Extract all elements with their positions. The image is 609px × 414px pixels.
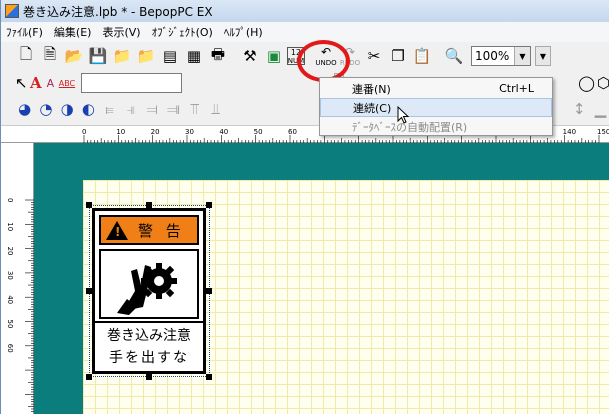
vruler-label: 20 — [6, 247, 14, 256]
menu-edit[interactable]: 編集(E) — [53, 23, 93, 41]
ruler-label: 0 — [82, 128, 86, 136]
zoom-combo[interactable]: 100% ▼ — [471, 46, 531, 66]
menu-item-label: 連番(N) — [352, 82, 391, 96]
vruler-label: 50 — [6, 320, 14, 329]
highlight-circle — [297, 40, 350, 82]
resize-handle[interactable] — [86, 374, 92, 380]
mouse-cursor-icon — [397, 106, 409, 124]
vruler-label: 40 — [6, 295, 14, 304]
chart-icon[interactable]: ▁ — [591, 98, 609, 120]
resize-handle[interactable] — [206, 374, 212, 380]
label-text-line2: 手を出すな — [109, 350, 189, 366]
gear-hand-icon — [117, 263, 177, 315]
open-folder-edit-icon[interactable]: 📁 — [111, 45, 133, 67]
align-bottom-icon[interactable]: ⫫ — [206, 98, 225, 120]
ruler-label: 60 — [288, 128, 297, 136]
label-header-text: 警 告 — [138, 221, 185, 240]
backward-icon[interactable]: ◐ — [79, 98, 98, 120]
resize-handle[interactable] — [86, 202, 92, 208]
align-left-icon[interactable]: ⫢ — [100, 98, 119, 120]
font-combo[interactable] — [81, 73, 183, 93]
new-from-template-icon[interactable]: 🗎 — [39, 45, 61, 67]
print-icon[interactable]: 🖶 — [207, 45, 229, 67]
menu-item-shortcut: Ctrl+L — [499, 82, 534, 95]
vruler-label: 60 — [6, 344, 14, 353]
resize-handle[interactable] — [86, 288, 92, 294]
resize-handle[interactable] — [146, 374, 152, 380]
ruler-label: 50 — [254, 128, 263, 136]
label-header: ! 警 告 — [99, 215, 199, 245]
label-divider — [95, 321, 203, 323]
menu-item-database-auto-placement[interactable]: ﾃﾞｰﾀﾍﾞｰｽの自動配置(R) — [320, 117, 552, 136]
polygon-icon[interactable]: ⬡ — [597, 72, 609, 94]
label-text-line1: 巻き込み注意 — [107, 328, 191, 344]
menu-file[interactable]: ﾌｧｲﾙ(F) — [5, 23, 44, 41]
ruler-label: 150 — [597, 128, 609, 136]
cut-icon[interactable]: ✂ — [363, 45, 385, 67]
tools-icon[interactable]: ⚒ — [239, 45, 261, 67]
align-middle-icon[interactable]: ⫪ — [185, 98, 204, 120]
chevron-down-icon[interactable]: ▼ — [514, 47, 530, 65]
select-arrow-icon[interactable]: ↖ — [15, 72, 28, 94]
resize-handle[interactable] — [206, 288, 212, 294]
new-document-icon[interactable]: 🗋 — [15, 45, 37, 67]
print-layout-icon[interactable]: ▦ — [183, 45, 205, 67]
ruler-label: 20 — [151, 128, 160, 136]
vruler-label: 30 — [6, 271, 14, 280]
copy-icon[interactable]: ❐ — [387, 45, 409, 67]
paste-icon[interactable]: 📋 — [411, 45, 433, 67]
database-icon[interactable]: ▣ — [263, 45, 285, 67]
app-window: 巻き込み注意.lpb * - BepopPC EX ﾌｧｲﾙ(F) 編集(E) … — [0, 0, 609, 414]
abc-text-icon[interactable]: ABC — [59, 72, 75, 94]
save-icon[interactable]: 💾 — [87, 45, 109, 67]
align-top-icon[interactable]: ⫥ — [164, 98, 183, 120]
menu-item-continuous[interactable]: 連続(C) — [320, 98, 552, 117]
forward-icon[interactable]: ◑ — [58, 98, 77, 120]
warning-label-object[interactable]: ! 警 告 巻き込み注意 手を出すな — [92, 208, 206, 374]
bring-front-icon[interactable]: ◕ — [15, 98, 34, 120]
vruler-marks: 0 10 20 30 40 50 60 — [6, 198, 34, 412]
app-icon — [5, 4, 19, 18]
send-back-icon[interactable]: ◔ — [36, 98, 55, 120]
menu-item-serial-number[interactable]: 連番(N) Ctrl+L — [320, 79, 552, 98]
zoom-value: 100% — [475, 49, 510, 63]
chevron-down-icon[interactable]: ▼ — [535, 46, 551, 66]
vertical-ruler: 0 10 20 30 40 50 60 — [1, 143, 34, 414]
menu-bar: ﾌｧｲﾙ(F) 編集(E) 表示(V) ｵﾌﾞｼﾞｪｸﾄ(O) ﾍﾙﾌﾟ(H) — [1, 22, 609, 42]
ruler-label: 30 — [185, 128, 194, 136]
ruler-label: 40 — [219, 128, 228, 136]
align-right-icon[interactable]: ⫤ — [143, 98, 162, 120]
menu-item-label: ﾃﾞｰﾀﾍﾞｰｽの自動配置(R) — [352, 120, 468, 134]
distribute-icon[interactable]: ↕ — [570, 98, 589, 120]
menu-help[interactable]: ﾍﾙﾌﾟ(H) — [223, 23, 264, 41]
ruler-label: 10 — [116, 128, 125, 136]
menu-view[interactable]: 表示(V) — [101, 23, 141, 41]
ruler-label: 140 — [563, 128, 576, 136]
window-title: 巻き込み注意.lpb * - BepopPC EX — [23, 4, 213, 19]
align-center-icon[interactable]: ⫣ — [121, 98, 140, 120]
menu-item-label: 連続(C) — [353, 101, 392, 115]
circle-icon[interactable]: ◯ — [578, 72, 595, 94]
vertical-text-icon[interactable]: A — [44, 72, 57, 94]
text-tool-icon[interactable]: A — [30, 72, 43, 94]
open-folder-icon[interactable]: 📂 — [63, 45, 85, 67]
warning-triangle-icon: ! — [106, 220, 128, 240]
title-bar: 巻き込み注意.lpb * - BepopPC EX — [1, 0, 609, 22]
folder-settings-icon[interactable]: 📁 — [135, 45, 157, 67]
print-preview-icon[interactable]: ▤ — [159, 45, 181, 67]
resize-handle[interactable] — [206, 202, 212, 208]
serial-number-dropdown: 連番(N) Ctrl+L 連続(C) ﾃﾞｰﾀﾍﾞｰｽの自動配置(R) — [319, 77, 553, 136]
vruler-label: 10 — [6, 222, 14, 231]
entanglement-pictogram — [99, 249, 199, 319]
vruler-label: 0 — [6, 198, 14, 202]
resize-handle[interactable] — [146, 202, 152, 208]
zoom-icon[interactable]: 🔍 — [443, 45, 465, 67]
menu-object[interactable]: ｵﾌﾞｼﾞｪｸﾄ(O) — [151, 23, 214, 41]
